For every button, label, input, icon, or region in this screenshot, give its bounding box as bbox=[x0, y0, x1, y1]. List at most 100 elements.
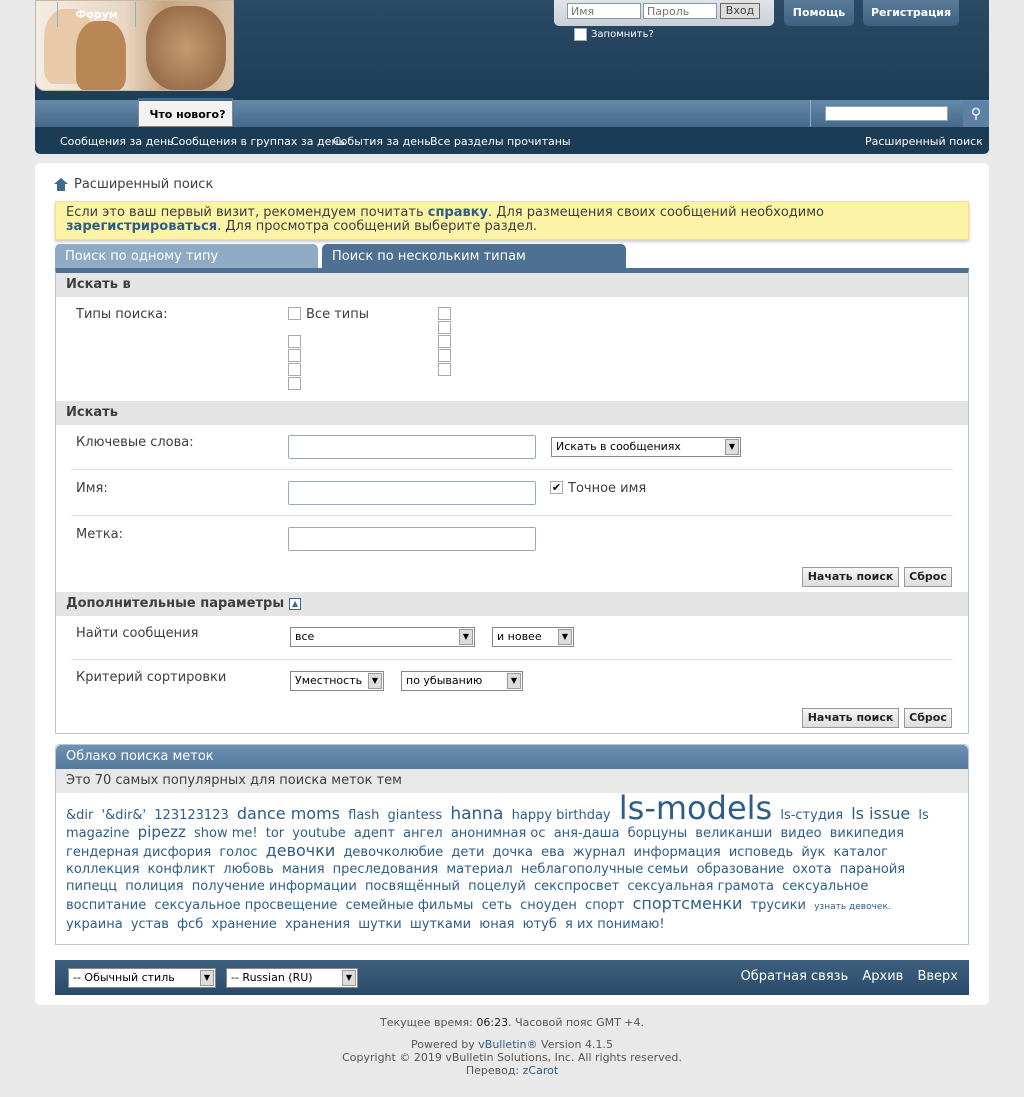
tag-link[interactable]: видео bbox=[781, 826, 822, 841]
tag-link[interactable]: конфликт bbox=[148, 862, 216, 877]
search-icon[interactable]: ⚲ bbox=[963, 101, 989, 127]
subnav-advanced-search[interactable]: Расширенный поиск bbox=[865, 135, 983, 148]
password-input[interactable] bbox=[643, 3, 717, 19]
tag-link[interactable]: аня-даша bbox=[554, 826, 620, 841]
tag-link[interactable]: шутками bbox=[410, 917, 471, 932]
start-search-button-2[interactable]: Начать поиск bbox=[802, 708, 899, 728]
sort-select[interactable]: Уместность ▼ bbox=[290, 671, 384, 691]
username-input[interactable] bbox=[567, 3, 641, 19]
tag-link[interactable]: спорт bbox=[585, 898, 624, 913]
subnav-mark-read[interactable]: Все разделы прочитаны bbox=[430, 135, 571, 148]
tag-link[interactable]: 123123123 bbox=[154, 808, 228, 823]
tag-link[interactable]: hanna bbox=[450, 804, 503, 824]
newer-select[interactable]: и новее ▼ bbox=[492, 627, 574, 647]
tag-link[interactable]: анонимная ос bbox=[451, 826, 546, 841]
tag-link[interactable]: йук bbox=[801, 845, 825, 860]
tag-link[interactable]: каталог bbox=[833, 845, 887, 860]
tab-forum[interactable]: Форум bbox=[57, 2, 136, 27]
tag-link[interactable]: шутки bbox=[358, 917, 401, 932]
tag-link[interactable]: журнал bbox=[573, 845, 625, 860]
tag-link[interactable]: ls-models bbox=[619, 789, 772, 827]
exact-name-checkbox[interactable]: ✔ bbox=[550, 481, 563, 494]
tag-link[interactable]: я их понимаю! bbox=[565, 917, 665, 932]
language-select[interactable]: -- Russian (RU) ▼ bbox=[226, 968, 358, 988]
reset-button[interactable]: Сброс bbox=[904, 567, 952, 587]
tag-link[interactable]: ютуб bbox=[523, 917, 557, 932]
tag-link[interactable]: девочколюбие bbox=[343, 845, 443, 860]
tag-link[interactable]: семейные фильмы bbox=[346, 898, 474, 913]
tag-link[interactable]: giantess bbox=[387, 808, 442, 823]
type-checkbox[interactable] bbox=[288, 377, 301, 390]
subnav-group-posts[interactable]: Сообщения в группах за день bbox=[171, 135, 345, 148]
name-input[interactable] bbox=[288, 481, 536, 505]
tag-link[interactable]: tor bbox=[266, 826, 284, 841]
tag-link[interactable]: ls issue bbox=[851, 804, 910, 823]
tag-link[interactable]: голос bbox=[219, 845, 257, 860]
tag-link[interactable]: узнать девочек. bbox=[814, 902, 891, 912]
type-checkbox[interactable] bbox=[288, 349, 301, 362]
tag-link[interactable]: юная bbox=[479, 917, 514, 932]
tab-single-type[interactable]: Поиск по одному типу содержимого bbox=[55, 244, 318, 289]
archive-link[interactable]: Архив bbox=[862, 969, 903, 984]
type-checkbox[interactable] bbox=[438, 321, 451, 334]
collapse-icon[interactable]: ▲ bbox=[289, 597, 302, 610]
type-checkbox[interactable] bbox=[288, 363, 301, 376]
tag-link[interactable]: исповедь bbox=[729, 845, 793, 860]
tag-link[interactable]: трусики bbox=[751, 898, 806, 913]
login-button[interactable]: Вход bbox=[720, 3, 760, 19]
top-link[interactable]: Вверх bbox=[917, 969, 958, 984]
tag-link[interactable]: великанши bbox=[695, 826, 772, 841]
search-in-select[interactable]: Искать в сообщениях ▼ bbox=[551, 437, 741, 457]
tag-link[interactable]: сноуден bbox=[520, 898, 577, 913]
tag-link[interactable]: pipezz bbox=[138, 823, 186, 841]
tag-link[interactable]: преследования bbox=[333, 862, 439, 877]
tag-link[interactable]: youtube bbox=[292, 826, 345, 841]
tag-link[interactable]: неблагополучные семьи bbox=[521, 862, 689, 877]
tag-link[interactable]: фсб bbox=[177, 917, 203, 932]
tag-link[interactable]: информация bbox=[634, 845, 721, 860]
home-icon[interactable] bbox=[54, 178, 68, 191]
tag-link[interactable]: образование bbox=[697, 862, 785, 877]
tag-link[interactable]: википедия bbox=[830, 826, 904, 841]
tag-input[interactable] bbox=[288, 527, 536, 551]
type-checkbox[interactable] bbox=[438, 363, 451, 376]
tag-link[interactable]: happy birthday bbox=[512, 808, 611, 823]
tag-link[interactable]: сеть bbox=[482, 898, 512, 913]
tab-multi-type[interactable]: Поиск по нескольким типам содержимого bbox=[322, 244, 626, 289]
remember-me[interactable]: Запомнить? bbox=[574, 28, 654, 41]
type-checkbox[interactable] bbox=[438, 335, 451, 348]
quick-search-input[interactable] bbox=[825, 106, 948, 121]
tag-link[interactable]: девочки bbox=[266, 841, 336, 860]
tag-link[interactable]: полиция bbox=[125, 879, 183, 894]
help-link[interactable]: справку bbox=[428, 205, 488, 220]
tag-link[interactable]: ls-студия bbox=[780, 808, 843, 823]
style-select[interactable]: -- Обычный стиль ▼ bbox=[68, 968, 216, 988]
tag-link[interactable]: коллекция bbox=[66, 862, 139, 877]
tag-link[interactable]: сексуальное просвещение bbox=[154, 898, 337, 913]
remember-checkbox[interactable] bbox=[574, 28, 587, 41]
tag-link[interactable]: show me! bbox=[194, 826, 258, 841]
tag-link[interactable]: хранение bbox=[211, 917, 276, 932]
tag-link[interactable]: дочка bbox=[493, 845, 533, 860]
find-posts-select[interactable]: все ▼ bbox=[290, 627, 475, 647]
tag-link[interactable]: секспросвет bbox=[534, 879, 619, 894]
tag-link[interactable]: пипецц bbox=[66, 879, 117, 894]
tag-link[interactable]: получение информации bbox=[192, 879, 357, 894]
tag-link[interactable]: материал bbox=[446, 862, 512, 877]
tag-link[interactable]: спортсменки bbox=[633, 894, 743, 913]
tag-link[interactable]: flash bbox=[348, 808, 379, 823]
keywords-input[interactable] bbox=[288, 435, 536, 459]
tag-link[interactable]: поцелуй bbox=[468, 879, 526, 894]
type-checkbox[interactable] bbox=[438, 307, 451, 320]
tag-link[interactable]: dance moms bbox=[237, 804, 340, 823]
tag-link[interactable]: паранойя bbox=[840, 862, 905, 877]
type-checkbox[interactable] bbox=[288, 335, 301, 348]
feedback-link[interactable]: Обратная связь bbox=[741, 969, 849, 984]
help-button[interactable]: Помощь bbox=[784, 0, 854, 26]
subnav-today-events[interactable]: События за день bbox=[333, 135, 431, 148]
tag-link[interactable]: дети bbox=[451, 845, 484, 860]
register-link[interactable]: зарегистрироваться bbox=[66, 219, 217, 234]
order-select[interactable]: по убыванию ▼ bbox=[401, 671, 523, 691]
tag-link[interactable]: '&dir&' bbox=[102, 808, 147, 823]
all-types-checkbox[interactable] bbox=[288, 307, 301, 320]
